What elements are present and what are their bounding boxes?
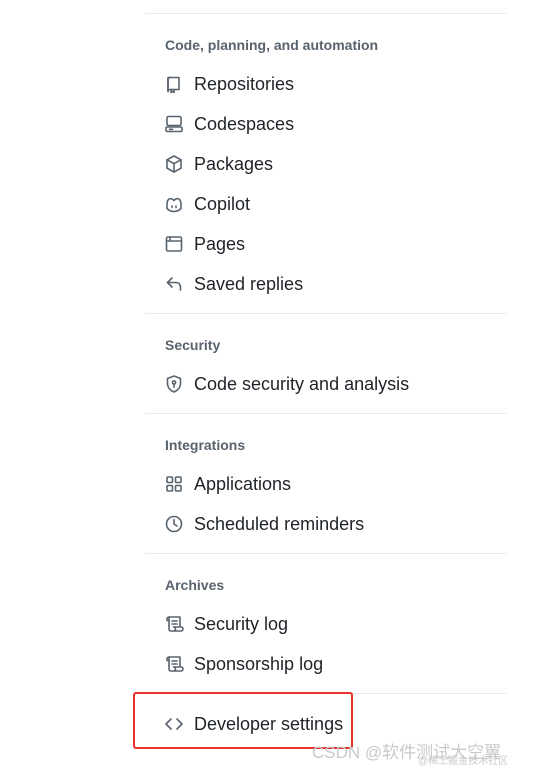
sidebar-item-codespaces[interactable]: Codespaces [160,106,490,142]
sidebar-item-label: Security log [194,613,289,634]
codespaces-icon [164,114,184,134]
browser-icon [164,234,184,254]
sidebar-item-saved-replies[interactable]: Saved replies [160,266,490,302]
reply-icon [164,274,184,294]
sidebar-item-label: Code security and analysis [194,373,410,394]
sidebar-item-label: Codespaces [194,113,295,134]
apps-icon [164,474,184,494]
section-title-integrations: Integrations [165,437,246,453]
section-title-security: Security [165,337,221,353]
sidebar-item-sponsorship-log[interactable]: Sponsorship log [160,646,490,682]
log-icon [164,654,184,674]
section-divider [145,313,506,314]
sidebar-item-label: Saved replies [194,273,304,294]
clock-icon [164,514,184,534]
section-title-archives: Archives [165,577,225,593]
sidebar-item-repositories[interactable]: Repositories [160,66,490,102]
repo-icon [164,74,184,94]
sidebar-item-label: Pages [194,233,246,254]
sidebar-item-scheduled-reminders[interactable]: Scheduled reminders [160,506,490,542]
sidebar-item-label: Scheduled reminders [194,513,365,534]
top-divider [145,13,506,14]
package-icon [164,154,184,174]
sidebar-item-code-security[interactable]: Code security and analysis [160,366,490,402]
sidebar-item-label: Packages [194,153,274,174]
section-divider [145,413,506,414]
sidebar-item-applications[interactable]: Applications [160,466,490,502]
sidebar-item-label: Applications [194,473,292,494]
section-title-code-planning: Code, planning, and automation [165,37,379,53]
sidebar-item-packages[interactable]: Packages [160,146,490,182]
sidebar-item-security-log[interactable]: Security log [160,606,490,642]
section-divider [145,553,506,554]
watermark-small-text: @稀土掘金技术社区 [418,756,509,767]
sidebar-item-copilot[interactable]: Copilot [160,186,490,222]
log-icon [164,614,184,634]
shield-lock-icon [164,374,184,394]
sidebar-item-label: Repositories [194,73,295,94]
sidebar-item-label: Sponsorship log [194,653,324,674]
copilot-icon [164,194,184,214]
sidebar-item-label: Copilot [194,193,251,214]
sidebar-item-pages[interactable]: Pages [160,226,490,262]
